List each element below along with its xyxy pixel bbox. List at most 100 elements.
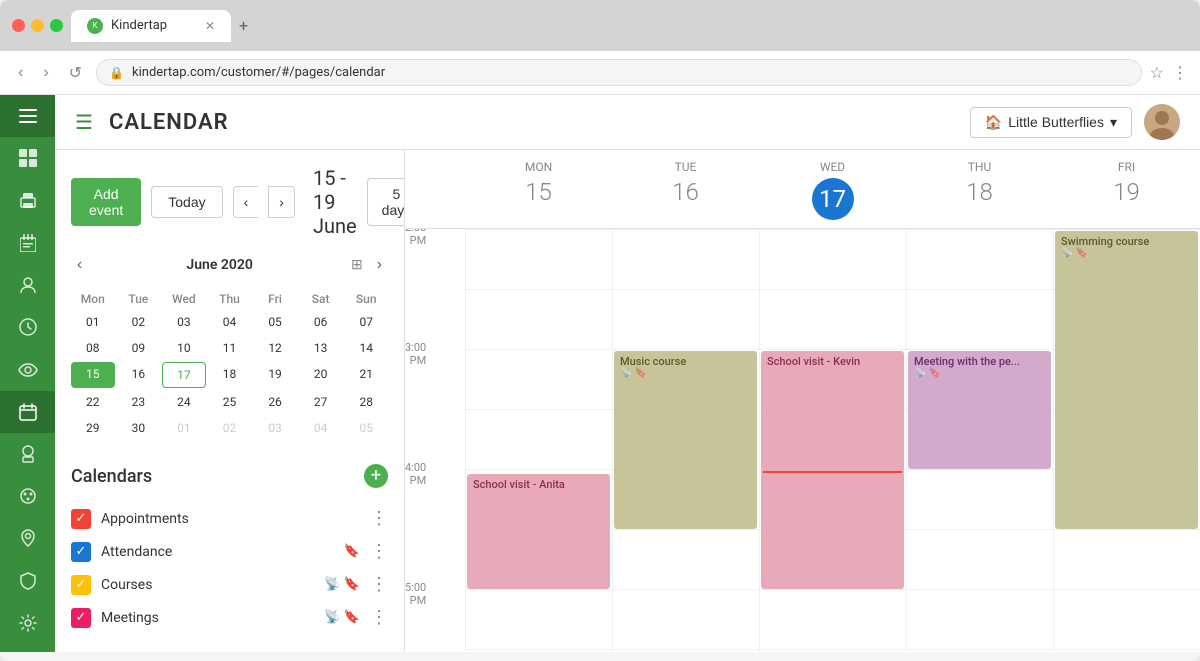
- maximize-traffic-light[interactable]: [50, 19, 63, 32]
- sidebar-item-clock[interactable]: [0, 306, 55, 348]
- calendar-cell[interactable]: [906, 529, 1053, 589]
- calendar-cell[interactable]: [465, 349, 612, 409]
- calendar-cell[interactable]: [759, 649, 906, 652]
- mini-cal-day-cell[interactable]: 21: [344, 362, 388, 388]
- sidebar-item-hamburger[interactable]: [0, 95, 55, 137]
- calendar-cell[interactable]: [612, 649, 759, 652]
- add-calendar-button[interactable]: +: [364, 464, 388, 488]
- prev-button[interactable]: ‹: [233, 186, 259, 218]
- mini-cal-day-cell[interactable]: 01: [162, 416, 206, 440]
- calendar-cell[interactable]: [1053, 589, 1200, 649]
- mini-cal-day-cell[interactable]: 19: [253, 362, 297, 388]
- calendar-cell[interactable]: [465, 289, 612, 349]
- mini-cal-day-cell[interactable]: 01: [71, 310, 115, 334]
- event-school-visit-anita[interactable]: School visit - Anita: [467, 474, 610, 589]
- mini-cal-day-cell[interactable]: 24: [162, 390, 206, 414]
- sidebar-item-chef[interactable]: [0, 433, 55, 475]
- user-avatar[interactable]: [1144, 104, 1180, 140]
- calendar-cell[interactable]: [906, 469, 1053, 529]
- cal-more-button[interactable]: ⋮: [370, 607, 388, 628]
- sidebar-item-reports[interactable]: [0, 222, 55, 264]
- mini-cal-grid-icon[interactable]: ⊞: [351, 257, 363, 273]
- calendar-cell[interactable]: [1053, 529, 1200, 589]
- mini-cal-day-cell[interactable]: 30: [117, 416, 161, 440]
- mini-cal-day-cell[interactable]: 29: [71, 416, 115, 440]
- new-tab-button[interactable]: +: [231, 8, 256, 43]
- mini-cal-day-cell[interactable]: 17: [162, 362, 206, 388]
- calendar-cell[interactable]: [759, 589, 906, 649]
- mini-cal-day-cell[interactable]: 12: [253, 336, 297, 360]
- mini-cal-day-cell[interactable]: 25: [208, 390, 252, 414]
- address-bar[interactable]: 🔒 kindertap.com/customer/#/pages/calenda…: [96, 59, 1142, 86]
- mini-cal-day-cell[interactable]: 23: [117, 390, 161, 414]
- mini-cal-day-cell[interactable]: 03: [253, 416, 297, 440]
- sidebar-item-location[interactable]: [0, 517, 55, 559]
- mini-cal-day-cell[interactable]: 03: [162, 310, 206, 334]
- mini-cal-day-cell[interactable]: 04: [299, 416, 343, 440]
- cal-checkbox-attendance[interactable]: ✓: [71, 542, 91, 562]
- calendar-cell[interactable]: [759, 229, 906, 289]
- event-swimming-course[interactable]: Swimming course 📡 🔖: [1055, 231, 1198, 529]
- sidebar-item-print[interactable]: [0, 179, 55, 221]
- cal-checkbox-courses[interactable]: ✓: [71, 575, 91, 595]
- view-selector[interactable]: 5 days ▾: [367, 178, 405, 226]
- calendar-cell[interactable]: [465, 409, 612, 469]
- today-button[interactable]: Today: [151, 186, 222, 218]
- event-music-course[interactable]: Music course 📡 🔖: [614, 351, 757, 529]
- mini-cal-prev[interactable]: ‹: [71, 254, 88, 276]
- cal-more-button[interactable]: ⋮: [370, 541, 388, 562]
- browser-menu-icon[interactable]: ⋮: [1172, 63, 1188, 82]
- sidebar-item-settings[interactable]: [0, 602, 55, 644]
- sidebar-item-dashboard[interactable]: [0, 137, 55, 179]
- browser-tab[interactable]: K Kindertap ✕: [71, 10, 231, 42]
- add-event-button[interactable]: Add event: [71, 178, 141, 226]
- sidebar-item-palette[interactable]: [0, 475, 55, 517]
- mini-cal-day-cell[interactable]: 02: [117, 310, 161, 334]
- sidebar-item-calendar[interactable]: [0, 391, 55, 433]
- cal-more-button[interactable]: ⋮: [370, 508, 388, 529]
- sidebar-item-eye[interactable]: [0, 348, 55, 390]
- browser-forward-button[interactable]: ›: [37, 62, 54, 84]
- mini-cal-day-cell[interactable]: 18: [208, 362, 252, 388]
- calendar-cell[interactable]: [612, 589, 759, 649]
- mini-cal-day-cell[interactable]: 11: [208, 336, 252, 360]
- calendar-cell[interactable]: [465, 649, 612, 652]
- calendar-cell[interactable]: [906, 289, 1053, 349]
- minimize-traffic-light[interactable]: [31, 19, 44, 32]
- hamburger-icon[interactable]: ☰: [75, 110, 93, 134]
- mini-cal-day-cell[interactable]: 05: [344, 416, 388, 440]
- tab-close-button[interactable]: ✕: [205, 19, 215, 33]
- browser-refresh-button[interactable]: ↺: [63, 61, 88, 85]
- cal-checkbox-meetings[interactable]: ✓: [71, 608, 91, 628]
- mini-cal-day-cell[interactable]: 05: [253, 310, 297, 334]
- sidebar-item-shield[interactable]: [0, 560, 55, 602]
- calendar-cell[interactable]: [906, 649, 1053, 652]
- event-meeting-pe[interactable]: Meeting with the pe... 📡 🔖: [908, 351, 1051, 469]
- calendar-cell[interactable]: [612, 289, 759, 349]
- mini-cal-day-cell[interactable]: 07: [344, 310, 388, 334]
- calendar-cell[interactable]: [465, 229, 612, 289]
- mini-cal-day-cell[interactable]: 16: [117, 362, 161, 388]
- nursery-selector[interactable]: 🏠 Little Butterflies ▾: [970, 107, 1132, 138]
- calendar-cell[interactable]: [1053, 649, 1200, 652]
- close-traffic-light[interactable]: [12, 19, 25, 32]
- calendar-cell[interactable]: [612, 529, 759, 589]
- next-button[interactable]: ›: [268, 186, 295, 218]
- mini-cal-day-cell[interactable]: 28: [344, 390, 388, 414]
- mini-cal-day-cell[interactable]: 04: [208, 310, 252, 334]
- sidebar-item-contacts[interactable]: [0, 264, 55, 306]
- event-school-visit-kevin[interactable]: School visit - Kevin: [761, 351, 904, 589]
- mini-cal-day-cell[interactable]: 26: [253, 390, 297, 414]
- cal-checkbox-appointments[interactable]: ✓: [71, 509, 91, 529]
- mini-cal-day-cell[interactable]: 02: [208, 416, 252, 440]
- calendar-cell[interactable]: [906, 589, 1053, 649]
- mini-cal-day-cell[interactable]: 22: [71, 390, 115, 414]
- calendar-cell[interactable]: [759, 289, 906, 349]
- mini-cal-day-cell[interactable]: 15: [71, 362, 115, 388]
- mini-cal-day-cell[interactable]: 20: [299, 362, 343, 388]
- mini-cal-day-cell[interactable]: 27: [299, 390, 343, 414]
- calendar-cell[interactable]: [906, 229, 1053, 289]
- mini-cal-day-cell[interactable]: 10: [162, 336, 206, 360]
- calendar-cell[interactable]: [465, 589, 612, 649]
- browser-back-button[interactable]: ‹: [12, 62, 29, 84]
